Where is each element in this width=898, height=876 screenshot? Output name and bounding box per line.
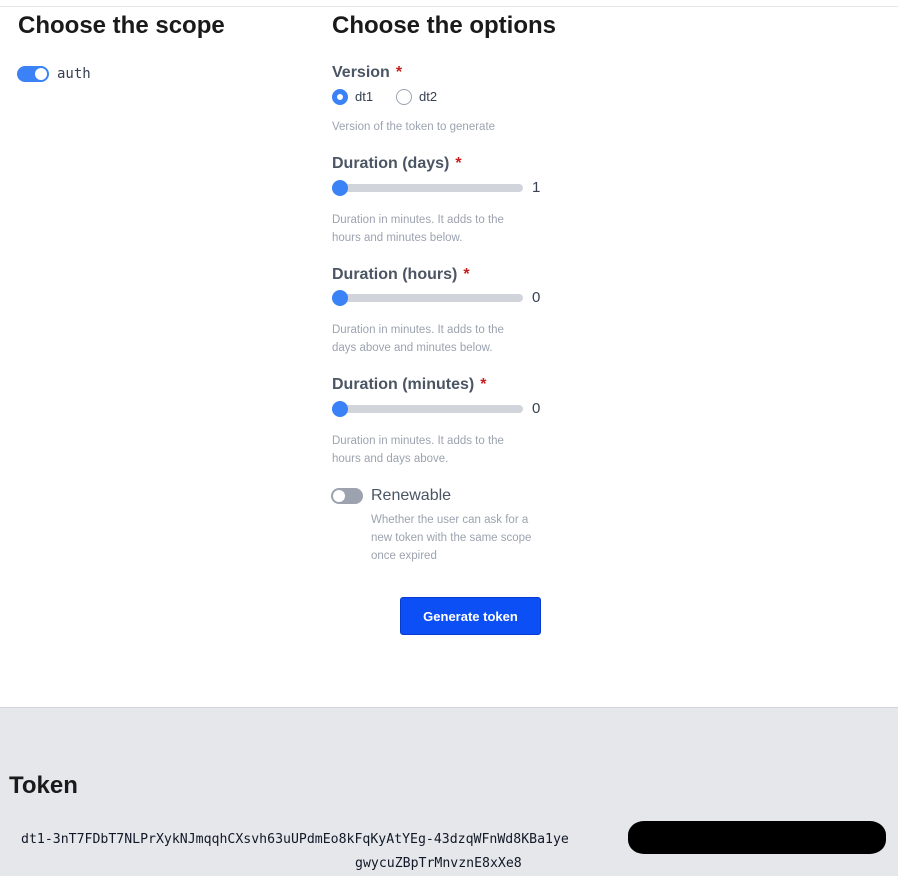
version-label: Version * bbox=[332, 64, 402, 82]
token-title: Token bbox=[9, 772, 78, 799]
toggle-knob bbox=[35, 68, 47, 80]
required-mark: * bbox=[395, 64, 403, 81]
slider-thumb[interactable] bbox=[332, 401, 348, 417]
duration-days-label-text: Duration (days) bbox=[332, 155, 450, 172]
version-radio-dt2-label: dt2 bbox=[419, 89, 438, 104]
redaction-mark bbox=[628, 821, 886, 854]
version-label-text: Version bbox=[332, 64, 390, 81]
duration-hours-value: 0 bbox=[532, 289, 541, 306]
duration-hours-label-text: Duration (hours) bbox=[332, 266, 458, 283]
version-radio-dt1[interactable] bbox=[332, 89, 348, 105]
scope-auth-label: auth bbox=[57, 66, 91, 82]
duration-hours-slider[interactable] bbox=[332, 290, 523, 306]
duration-days-help: Duration in minutes. It adds to the hour… bbox=[332, 214, 504, 244]
duration-days-value: 1 bbox=[532, 179, 541, 196]
token-generator-page: Choose the scope auth Choose the options… bbox=[0, 0, 898, 876]
slider-thumb[interactable] bbox=[332, 180, 348, 196]
version-help: Version of the token to generate bbox=[332, 121, 496, 133]
required-mark: * bbox=[480, 376, 487, 393]
top-divider bbox=[0, 6, 898, 7]
generate-token-button[interactable]: Generate token bbox=[400, 597, 541, 635]
renewable-label: Renewable bbox=[371, 487, 452, 504]
renewable-toggle[interactable] bbox=[331, 488, 363, 504]
slider-thumb[interactable] bbox=[332, 290, 348, 306]
duration-days-label: Duration (days) * bbox=[332, 155, 462, 173]
version-radio-dt2[interactable] bbox=[396, 89, 412, 105]
options-title: Choose the options bbox=[332, 12, 556, 39]
required-mark: * bbox=[463, 266, 470, 283]
required-mark: * bbox=[455, 155, 462, 172]
duration-minutes-slider[interactable] bbox=[332, 401, 523, 417]
scope-auth-toggle[interactable] bbox=[17, 66, 49, 82]
token-value-line-2: gwycuZBpTrMnvznE8xXe8 bbox=[355, 856, 522, 871]
token-panel: Token dt1-3nT7FDbT7NLPrXykNJmqqhCXsvh63u… bbox=[0, 707, 898, 876]
duration-minutes-help: Duration in minutes. It adds to the hour… bbox=[332, 435, 504, 465]
renewable-help: Whether the user can ask for a new token… bbox=[371, 514, 532, 562]
toggle-knob bbox=[333, 490, 345, 502]
duration-minutes-value: 0 bbox=[532, 400, 541, 417]
scope-title: Choose the scope bbox=[18, 12, 225, 39]
token-value-line-1: dt1-3nT7FDbT7NLPrXykNJmqqhCXsvh63uUPdmEo… bbox=[21, 832, 569, 847]
duration-days-slider[interactable] bbox=[332, 180, 523, 196]
duration-hours-label: Duration (hours) * bbox=[332, 266, 470, 284]
duration-hours-help: Duration in minutes. It adds to the days… bbox=[332, 324, 504, 354]
duration-minutes-label-text: Duration (minutes) bbox=[332, 376, 475, 393]
duration-minutes-label: Duration (minutes) * bbox=[332, 376, 486, 394]
version-radio-dt1-label: dt1 bbox=[355, 89, 374, 104]
